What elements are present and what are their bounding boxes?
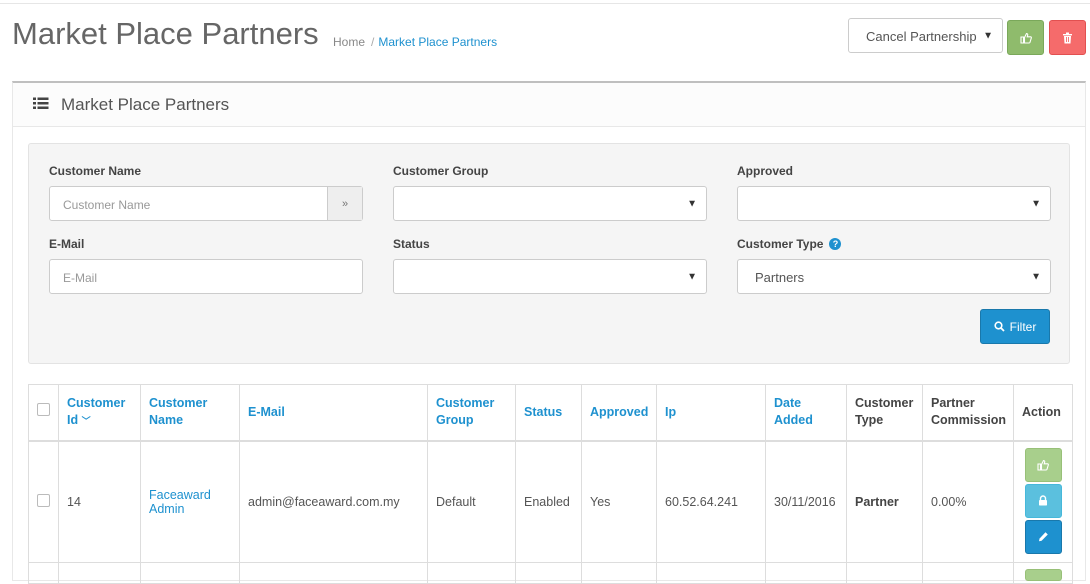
sort-desc-icon: ﹀ (81, 415, 91, 426)
col-status[interactable]: Status (515, 384, 582, 442)
lock-icon (1039, 495, 1047, 506)
partners-panel: Market Place Partners Customer Name Cust… (12, 81, 1086, 584)
col-customer-group[interactable]: Customer Group (427, 384, 516, 442)
cell-actions (1013, 440, 1073, 563)
breadcrumb-home[interactable]: Home (333, 35, 365, 49)
partial-cell (427, 562, 516, 584)
breadcrumb: Home / Market Place Partners (333, 35, 497, 49)
customer-name-placeholder: Customer Name (63, 198, 151, 212)
email-input[interactable]: E-Mail (49, 259, 363, 294)
panel-title: Market Place Partners (61, 95, 230, 114)
cell-partner-commission: 0.00% (922, 440, 1014, 563)
caret-down-icon: ▼ (1031, 198, 1041, 209)
cell-approved: Yes (581, 440, 657, 563)
customer-group-select[interactable]: ▼ (393, 186, 707, 221)
list-icon (33, 97, 49, 109)
status-select[interactable]: ▼ (393, 259, 707, 294)
cell-status: Enabled (515, 440, 582, 563)
filter-form: Customer Name Customer Name » Customer G… (28, 143, 1070, 364)
customer-name-input[interactable]: Customer Name » (49, 186, 363, 221)
col-customer-type: Customer Type (846, 384, 923, 442)
row-checkbox[interactable] (37, 493, 50, 507)
col-ip[interactable]: Ip (656, 384, 766, 442)
col-customer-name[interactable]: Customer Name (140, 384, 240, 442)
delete-button[interactable] (1049, 20, 1086, 55)
filter-button[interactable]: Filter (980, 309, 1050, 344)
col-customer-id[interactable]: Customer Id ﹀ (58, 384, 141, 442)
col-customer-id-label: Customer Id (67, 395, 126, 427)
breadcrumb-current[interactable]: Market Place Partners (378, 35, 497, 49)
top-border (0, 0, 1090, 4)
partial-cell (28, 562, 59, 584)
caret-down-icon: ▼ (1031, 271, 1041, 282)
approve-button[interactable] (1007, 20, 1044, 55)
row-select-cell (28, 440, 59, 563)
page-title: Market Place Partners (12, 16, 319, 51)
select-all-cell (28, 384, 59, 442)
bulk-action-value: Cancel Partnership (866, 29, 977, 44)
partial-cell (922, 562, 1014, 584)
trash-icon (1063, 32, 1072, 43)
partial-cell (846, 562, 923, 584)
cell-customer-name[interactable]: Faceaward Admin (140, 440, 240, 563)
partial-action-cell (1013, 562, 1073, 584)
row-edit-button[interactable] (1024, 519, 1062, 554)
cell-customer-group: Default (427, 440, 516, 563)
caret-down-icon: ▼ (687, 198, 697, 209)
approved-label: Approved (737, 164, 794, 178)
thumbs-up-icon (1037, 459, 1049, 471)
col-action: Action (1013, 384, 1073, 442)
status-label: Status (393, 237, 430, 251)
partial-cell (656, 562, 766, 584)
autocomplete-toggle[interactable]: » (327, 187, 362, 220)
caret-down-icon: ▼ (983, 30, 993, 41)
email-label: E-Mail (49, 237, 85, 251)
cell-customer-type: Partner (846, 440, 923, 563)
cell-date-added: 30/11/2016 (765, 440, 847, 563)
cell-email: admin@faceaward.com.my (239, 440, 428, 563)
customer-type-select[interactable]: Partners ▼ (737, 259, 1051, 294)
pencil-icon (1038, 532, 1048, 542)
breadcrumb-separator: / (371, 35, 375, 49)
col-date-added[interactable]: Date Added (765, 384, 847, 442)
table-row (28, 562, 1073, 584)
partial-cell (140, 562, 240, 584)
table-row: 14 Faceaward Admin admin@faceaward.com.m… (28, 440, 1073, 563)
search-icon (994, 321, 1005, 332)
partners-table: Customer Id ﹀ Customer Name E-Mail Custo… (28, 384, 1073, 584)
customer-type-label: Customer Type? (737, 237, 842, 251)
filter-button-label: Filter (1009, 319, 1037, 334)
table-header-row: Customer Id ﹀ Customer Name E-Mail Custo… (28, 384, 1073, 442)
thumbs-up-icon (1019, 32, 1032, 44)
partial-cell (239, 562, 428, 584)
col-partner-commission: Partner Commission (922, 384, 1014, 442)
col-approved[interactable]: Approved (581, 384, 657, 442)
cell-ip: 60.52.64.241 (656, 440, 766, 563)
caret-down-icon: ▼ (687, 271, 697, 282)
partial-cell (515, 562, 582, 584)
partners-table-wrap: Customer Id ﹀ Customer Name E-Mail Custo… (28, 384, 1073, 584)
customer-type-value: Partners (755, 270, 805, 285)
customer-type-label-text: Customer Type (737, 237, 824, 251)
partial-cell (581, 562, 657, 584)
bulk-action-select[interactable]: Cancel Partnership ▼ (848, 18, 1003, 53)
row-lock-button[interactable] (1024, 483, 1062, 518)
approved-select[interactable]: ▼ (737, 186, 1051, 221)
customer-group-label: Customer Group (393, 164, 489, 178)
col-email[interactable]: E-Mail (239, 384, 428, 442)
row-approve-button[interactable] (1024, 569, 1062, 581)
email-placeholder: E-Mail (63, 271, 98, 285)
cell-customer-id: 14 (58, 440, 141, 563)
partial-cell (58, 562, 141, 584)
customer-name-label: Customer Name (49, 164, 142, 178)
select-all-checkbox[interactable] (37, 403, 50, 417)
question-circle-icon[interactable]: ? (829, 238, 842, 250)
row-approve-button[interactable] (1024, 447, 1062, 482)
double-chevron-down-icon: » (341, 197, 349, 210)
partial-cell (765, 562, 847, 584)
panel-heading: Market Place Partners (13, 83, 1085, 127)
